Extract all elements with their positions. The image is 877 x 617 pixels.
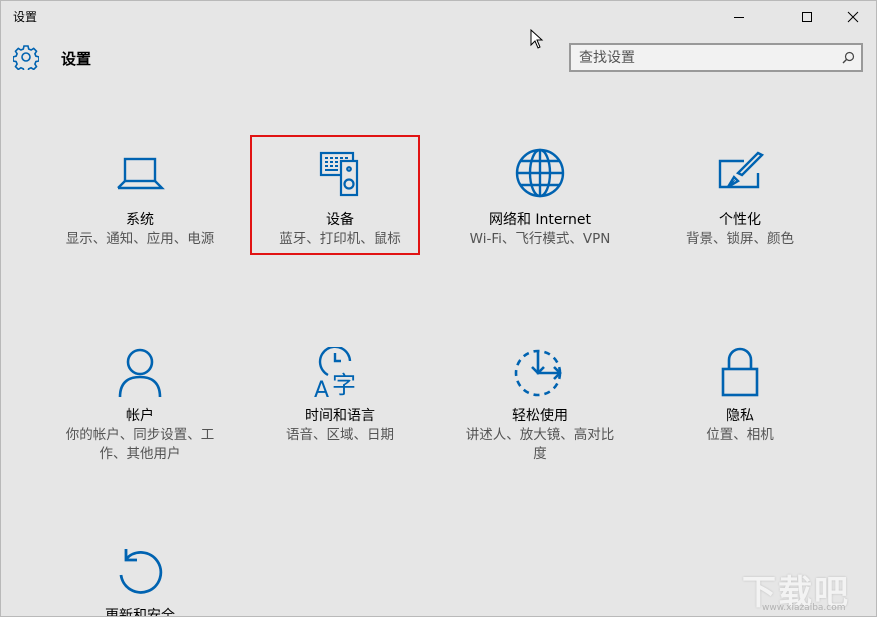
tile-name: 个性化 <box>719 212 761 228</box>
tile-description: 显示、通知、应用、电源 <box>65 231 215 247</box>
tile-description: 你的帐户、同步设置、工作、其他用户 <box>65 427 215 462</box>
watermark: 下载吧 www.xiazaiba.com <box>736 559 874 616</box>
svg-text:字: 字 <box>332 371 356 399</box>
minimize-button[interactable] <box>716 1 762 33</box>
tile-description: 讲述人、放大镜、高对比度 <box>465 427 615 462</box>
tile-description: 语音、区域、日期 <box>286 427 394 443</box>
search-icon[interactable] <box>842 51 855 64</box>
svg-text:A: A <box>314 378 329 399</box>
update-icon <box>119 549 163 594</box>
ease-of-access-icon <box>514 349 562 397</box>
tile-name: 时间和语言 <box>305 408 375 424</box>
tile-name: 帐户 <box>126 408 154 424</box>
window-title: 设置 <box>13 10 38 24</box>
tile-update-security[interactable]: 更新和安全 <box>54 547 226 617</box>
tile-ease-of-access[interactable]: 轻松使用 讲述人、放大镜、高对比度 <box>454 347 626 464</box>
tile-name: 隐私 <box>726 408 754 424</box>
tile-description: 背景、锁屏、颜色 <box>686 231 794 247</box>
search-input[interactable] <box>579 48 829 67</box>
tile-name: 更新和安全 <box>105 608 175 617</box>
search-box[interactable] <box>569 43 863 72</box>
close-icon <box>847 11 859 23</box>
personalization-icon <box>718 151 765 189</box>
tile-time-language[interactable]: A 字 时间和语言 语音、区域、日期 <box>254 347 426 445</box>
highlight-box <box>250 135 420 255</box>
laptop-icon <box>117 157 165 190</box>
tile-personalization[interactable]: 个性化 背景、锁屏、颜色 <box>654 151 826 249</box>
tile-privacy[interactable]: 隐私 位置、相机 <box>654 347 826 445</box>
tile-description: 位置、相机 <box>706 427 774 443</box>
lock-icon <box>721 347 759 397</box>
maximize-icon <box>802 12 812 22</box>
globe-icon <box>515 148 565 198</box>
mouse-cursor-icon <box>530 29 544 49</box>
settings-window: 设置 设置 查找设置 系统 显示、通知、应用、电源 设备 蓝牙、打印机、鼠标 网… <box>0 0 877 617</box>
close-button[interactable] <box>830 1 876 33</box>
tile-system[interactable]: 系统 显示、通知、应用、电源 <box>54 151 226 249</box>
page-title: 设置 <box>61 50 92 68</box>
person-icon <box>118 348 162 398</box>
title-bar: 设置 <box>1 1 876 33</box>
time-language-icon: A 字 <box>314 347 356 399</box>
gear-icon <box>13 45 39 70</box>
settings-header: 设置 <box>1 33 876 83</box>
tile-network[interactable]: 网络和 Internet Wi-Fi、飞行模式、VPN <box>454 147 626 249</box>
tile-description: Wi-Fi、飞行模式、VPN <box>469 231 611 247</box>
tile-name: 网络和 Internet <box>488 212 592 228</box>
tile-name: 轻松使用 <box>512 408 568 424</box>
maximize-button[interactable] <box>784 1 830 33</box>
tile-name: 系统 <box>126 212 154 228</box>
tile-accounts[interactable]: 帐户 你的帐户、同步设置、工作、其他用户 <box>54 347 226 464</box>
minimize-icon <box>734 17 744 18</box>
watermark-url: www.xiazaiba.com <box>762 603 846 613</box>
